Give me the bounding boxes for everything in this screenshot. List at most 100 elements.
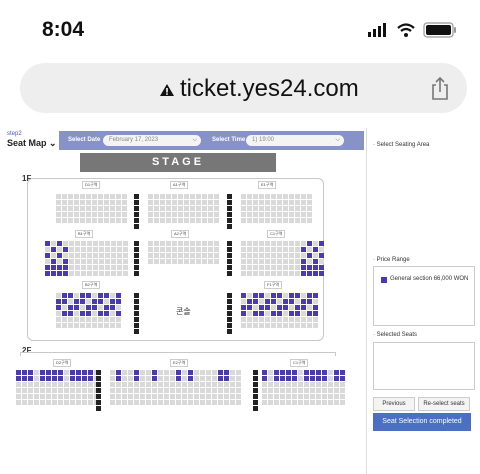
seat[interactable] <box>289 212 294 217</box>
seat[interactable] <box>86 293 91 298</box>
seat[interactable] <box>286 388 291 393</box>
seat[interactable] <box>116 206 121 211</box>
seat[interactable] <box>82 388 87 393</box>
seat[interactable] <box>236 376 241 381</box>
seat[interactable] <box>206 400 211 405</box>
seat[interactable] <box>164 370 169 375</box>
seat[interactable] <box>313 323 318 328</box>
seat[interactable] <box>184 241 189 246</box>
seat[interactable] <box>160 247 165 252</box>
seat[interactable] <box>307 253 312 258</box>
seat[interactable] <box>274 370 279 375</box>
seat[interactable] <box>188 370 193 375</box>
seat[interactable] <box>265 305 270 310</box>
seat[interactable] <box>116 212 121 217</box>
seat[interactable] <box>283 293 288 298</box>
seat[interactable] <box>289 323 294 328</box>
seat[interactable] <box>310 382 315 387</box>
seat[interactable] <box>34 388 39 393</box>
seat[interactable] <box>80 200 85 205</box>
seat[interactable] <box>202 212 207 217</box>
seat[interactable] <box>307 299 312 304</box>
seat[interactable] <box>62 305 67 310</box>
seat[interactable] <box>46 400 51 405</box>
seat[interactable] <box>86 200 91 205</box>
seat[interactable] <box>218 388 223 393</box>
seat[interactable] <box>295 206 300 211</box>
seat[interactable] <box>274 400 279 405</box>
seat[interactable] <box>277 271 282 276</box>
seat[interactable] <box>92 311 97 316</box>
seat[interactable] <box>158 388 163 393</box>
seat[interactable] <box>51 265 56 270</box>
seat[interactable] <box>45 241 50 246</box>
seat[interactable] <box>178 253 183 258</box>
seat[interactable] <box>116 200 121 205</box>
seat[interactable] <box>224 394 229 399</box>
seat[interactable] <box>280 382 285 387</box>
seat[interactable] <box>271 305 276 310</box>
seat[interactable] <box>295 259 300 264</box>
seat[interactable] <box>214 247 219 252</box>
seat[interactable] <box>283 305 288 310</box>
seat[interactable] <box>265 299 270 304</box>
seat[interactable] <box>202 218 207 223</box>
seat[interactable] <box>80 305 85 310</box>
seat[interactable] <box>98 206 103 211</box>
seat[interactable] <box>176 382 181 387</box>
seat[interactable] <box>122 376 127 381</box>
seat[interactable] <box>259 293 264 298</box>
seat[interactable] <box>74 218 79 223</box>
seat[interactable] <box>170 388 175 393</box>
seat[interactable] <box>99 271 104 276</box>
seat[interactable] <box>88 376 93 381</box>
seat[interactable] <box>304 370 309 375</box>
seat[interactable] <box>70 400 75 405</box>
seat[interactable] <box>166 194 171 199</box>
seat[interactable] <box>304 400 309 405</box>
seat[interactable] <box>289 253 294 258</box>
seat[interactable] <box>40 400 45 405</box>
seat[interactable] <box>51 241 56 246</box>
seat[interactable] <box>105 241 110 246</box>
seat[interactable] <box>307 271 312 276</box>
seat[interactable] <box>253 293 258 298</box>
seat[interactable] <box>122 200 127 205</box>
seat[interactable] <box>194 388 199 393</box>
seat[interactable] <box>247 253 252 258</box>
seat[interactable] <box>271 200 276 205</box>
seat[interactable] <box>253 218 258 223</box>
seat[interactable] <box>247 206 252 211</box>
seat[interactable] <box>319 241 324 246</box>
seat[interactable] <box>307 323 312 328</box>
seat[interactable] <box>58 400 63 405</box>
seat[interactable] <box>104 323 109 328</box>
seat[interactable] <box>80 218 85 223</box>
seat[interactable] <box>75 271 80 276</box>
seat[interactable] <box>116 323 121 328</box>
seat[interactable] <box>208 253 213 258</box>
seat[interactable] <box>301 247 306 252</box>
seat[interactable] <box>208 200 213 205</box>
seat[interactable] <box>283 212 288 217</box>
seat[interactable] <box>307 212 312 217</box>
seat[interactable] <box>298 400 303 405</box>
seat[interactable] <box>218 370 223 375</box>
seat[interactable] <box>98 212 103 217</box>
seat[interactable] <box>202 259 207 264</box>
seat[interactable] <box>322 370 327 375</box>
seat[interactable] <box>241 247 246 252</box>
seat[interactable] <box>146 388 151 393</box>
seat[interactable] <box>158 394 163 399</box>
seat[interactable] <box>75 241 80 246</box>
seat[interactable] <box>184 259 189 264</box>
seat[interactable] <box>334 388 339 393</box>
seat[interactable] <box>265 200 270 205</box>
seat[interactable] <box>75 247 80 252</box>
seat[interactable] <box>140 376 145 381</box>
seat[interactable] <box>265 218 270 223</box>
seat[interactable] <box>86 218 91 223</box>
seat[interactable] <box>80 317 85 322</box>
seat[interactable] <box>123 247 128 252</box>
seat[interactable] <box>253 253 258 258</box>
